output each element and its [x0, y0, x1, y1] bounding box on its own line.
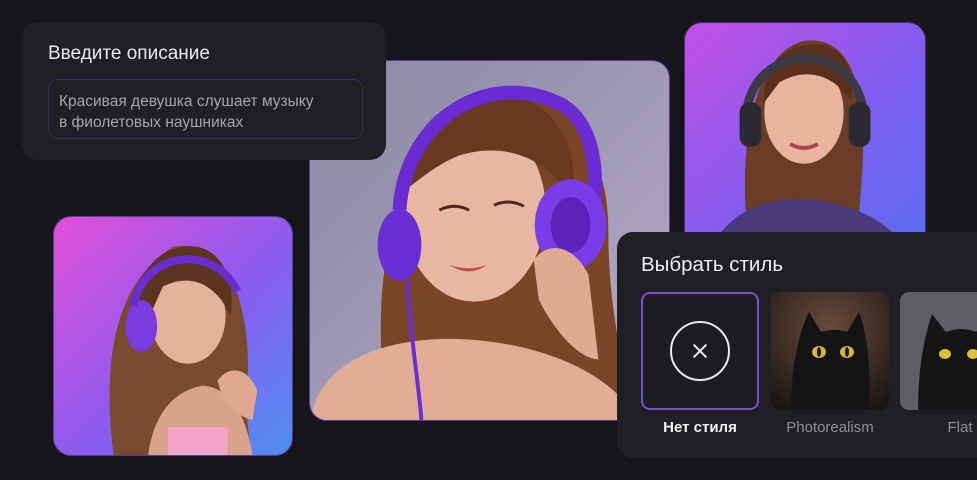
style-option-photorealism[interactable] [771, 292, 889, 410]
style-option-none[interactable] [641, 292, 759, 410]
portrait-image [685, 23, 925, 253]
prompt-input[interactable]: Красивая девушка слушает музыку в фиолет… [48, 79, 363, 139]
portrait-image [54, 217, 292, 455]
style-label-flat: Flat [947, 419, 973, 436]
close-icon [670, 321, 730, 381]
prompt-panel: Введите описание Красивая девушка слушае… [22, 22, 386, 160]
generated-image-right[interactable] [684, 22, 926, 254]
generated-image-left[interactable] [53, 216, 293, 456]
prompt-text-line: в фиолетовых наушниках [59, 114, 244, 131]
prompt-text-line: Красивая девушка слушает музыку [59, 93, 314, 110]
style-picker-panel: Выбрать стиль Нет стиля Photorealism Fla… [617, 232, 977, 458]
style-label-photorealism: Photorealism [786, 419, 874, 436]
style-picker-title: Выбрать стиль [641, 253, 783, 276]
prompt-title: Введите описание [48, 43, 210, 64]
style-label-none: Нет стиля [663, 419, 737, 436]
black-cat-thumbnail [900, 292, 977, 410]
black-cat-thumbnail [771, 292, 889, 410]
style-option-flat[interactable] [900, 292, 977, 410]
